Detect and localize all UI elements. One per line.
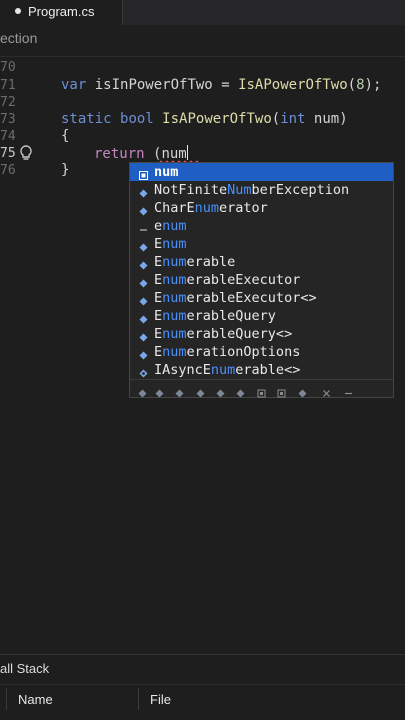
tab-bar: Program.cs — [0, 0, 405, 25]
unsaved-dot-icon — [15, 8, 21, 14]
tab-program-cs[interactable]: Program.cs — [0, 0, 122, 25]
lightbulb-icon[interactable] — [18, 144, 34, 162]
line-number: 71 — [0, 78, 16, 93]
local-kind-icon — [139, 167, 148, 180]
minus-filter-icon[interactable] — [344, 385, 353, 395]
call-stack-header — [0, 684, 405, 715]
completion-item-label: enum — [154, 218, 187, 234]
enum-filter-icon[interactable] — [196, 385, 205, 398]
completion-item-label: EnumerableExecutor<> — [154, 290, 317, 306]
class-kind-icon — [139, 239, 148, 252]
completion-item[interactable]: CharEnumerator — [130, 199, 393, 217]
field-filter-icon[interactable] — [277, 385, 286, 398]
paren: ) — [339, 111, 348, 127]
completion-item[interactable]: EnumerableExecutor — [130, 271, 393, 289]
completion-item-label: EnumerableExecutor — [154, 272, 301, 288]
text-cursor — [186, 145, 188, 160]
class-kind-icon — [139, 311, 148, 324]
section-divider — [0, 56, 405, 57]
tab-divider — [122, 0, 123, 25]
class-kind-icon — [139, 293, 148, 306]
delegate-filter-icon[interactable] — [216, 385, 225, 398]
code-line-76[interactable]: } — [61, 162, 69, 178]
tab-label: Program.cs — [28, 4, 95, 19]
completion-popup[interactable]: num NotFiniteNumberException CharEnumerato… — [129, 162, 394, 398]
interface-filter-icon[interactable] — [175, 385, 184, 398]
keyword: return — [94, 146, 145, 162]
function-call: IsAPowerOfTwo — [238, 77, 348, 93]
operator: = — [221, 77, 230, 93]
keyword-kind-icon — [139, 221, 148, 231]
param-name: num — [313, 111, 340, 127]
completion-item-label: IAsyncEnumerable<> — [154, 362, 301, 378]
close-filter-icon[interactable] — [322, 385, 331, 397]
column-divider[interactable] — [6, 688, 7, 710]
keyword: static — [61, 111, 112, 127]
completion-item-label: CharEnumerator — [154, 200, 268, 216]
line-number-current: 75 — [0, 146, 16, 161]
section-header: ection — [0, 30, 38, 46]
identifier: isInPowerOfTwo — [94, 77, 213, 93]
completion-item-label: Enumerable — [154, 254, 236, 270]
line-number: 73 — [0, 112, 16, 127]
method-filter-icon[interactable] — [236, 385, 245, 398]
class-kind-icon — [139, 203, 148, 216]
completion-item[interactable]: EnumerableExecutor<> — [130, 289, 393, 307]
local-filter-icon[interactable] — [257, 385, 266, 398]
line-number: 70 — [0, 60, 16, 75]
column-divider[interactable] — [138, 688, 139, 710]
line-number: 72 — [0, 95, 16, 110]
code-line-71[interactable]: var isInPowerOfTwo = IsAPowerOfTwo(8); — [61, 77, 381, 93]
line-number: 76 — [0, 163, 16, 178]
completion-filter-bar — [130, 379, 393, 398]
code-line-74[interactable]: { — [61, 128, 69, 144]
completion-item-label: EnumerableQuery<> — [154, 326, 293, 342]
completion-item[interactable]: NotFiniteNumberException — [130, 181, 393, 199]
column-header-name[interactable]: Name — [18, 692, 53, 707]
paren: ( — [271, 111, 281, 127]
class-kind-icon — [139, 347, 148, 360]
class-kind-icon — [139, 329, 148, 342]
column-header-file[interactable]: File — [150, 692, 171, 707]
keyword: var — [61, 77, 87, 93]
completion-item[interactable]: enum — [130, 217, 393, 235]
param-type: int — [280, 111, 306, 127]
paren: ( — [347, 77, 357, 93]
completion-item-label: num — [154, 164, 179, 180]
number-literal: 8 — [356, 77, 365, 93]
interface-kind-icon — [139, 365, 148, 378]
completion-item[interactable]: Enumerable — [130, 253, 393, 271]
class-kind-icon — [139, 185, 148, 198]
line-number: 74 — [0, 129, 16, 144]
completion-item[interactable]: IAsyncEnumerable<> — [130, 361, 393, 379]
struct-filter-icon[interactable] — [155, 385, 164, 398]
class-kind-icon — [139, 275, 148, 288]
function-name: IsAPowerOfTwo — [162, 111, 272, 127]
class-filter-icon[interactable] — [138, 385, 147, 398]
completion-item-selected[interactable]: num — [130, 163, 393, 181]
panel-divider — [0, 654, 405, 655]
paren: ); — [364, 77, 382, 93]
completion-item[interactable]: EnumerationOptions — [130, 343, 393, 361]
code-line-73[interactable]: static bool IsAPowerOfTwo(int num) — [61, 111, 348, 127]
completion-item[interactable]: Enum — [130, 235, 393, 253]
call-stack-title: all Stack — [0, 661, 50, 676]
class-kind-icon — [139, 257, 148, 270]
completion-item-label: EnumerableQuery — [154, 308, 276, 324]
keyword: bool — [120, 111, 154, 127]
completion-item-label: NotFiniteNumberException — [154, 182, 350, 198]
keyword-filter-icon[interactable] — [298, 385, 307, 398]
completion-item-label: Enum — [154, 236, 187, 252]
completion-item-label: EnumerationOptions — [154, 344, 301, 360]
completion-item[interactable]: EnumerableQuery — [130, 307, 393, 325]
completion-item[interactable]: EnumerableQuery<> — [130, 325, 393, 343]
